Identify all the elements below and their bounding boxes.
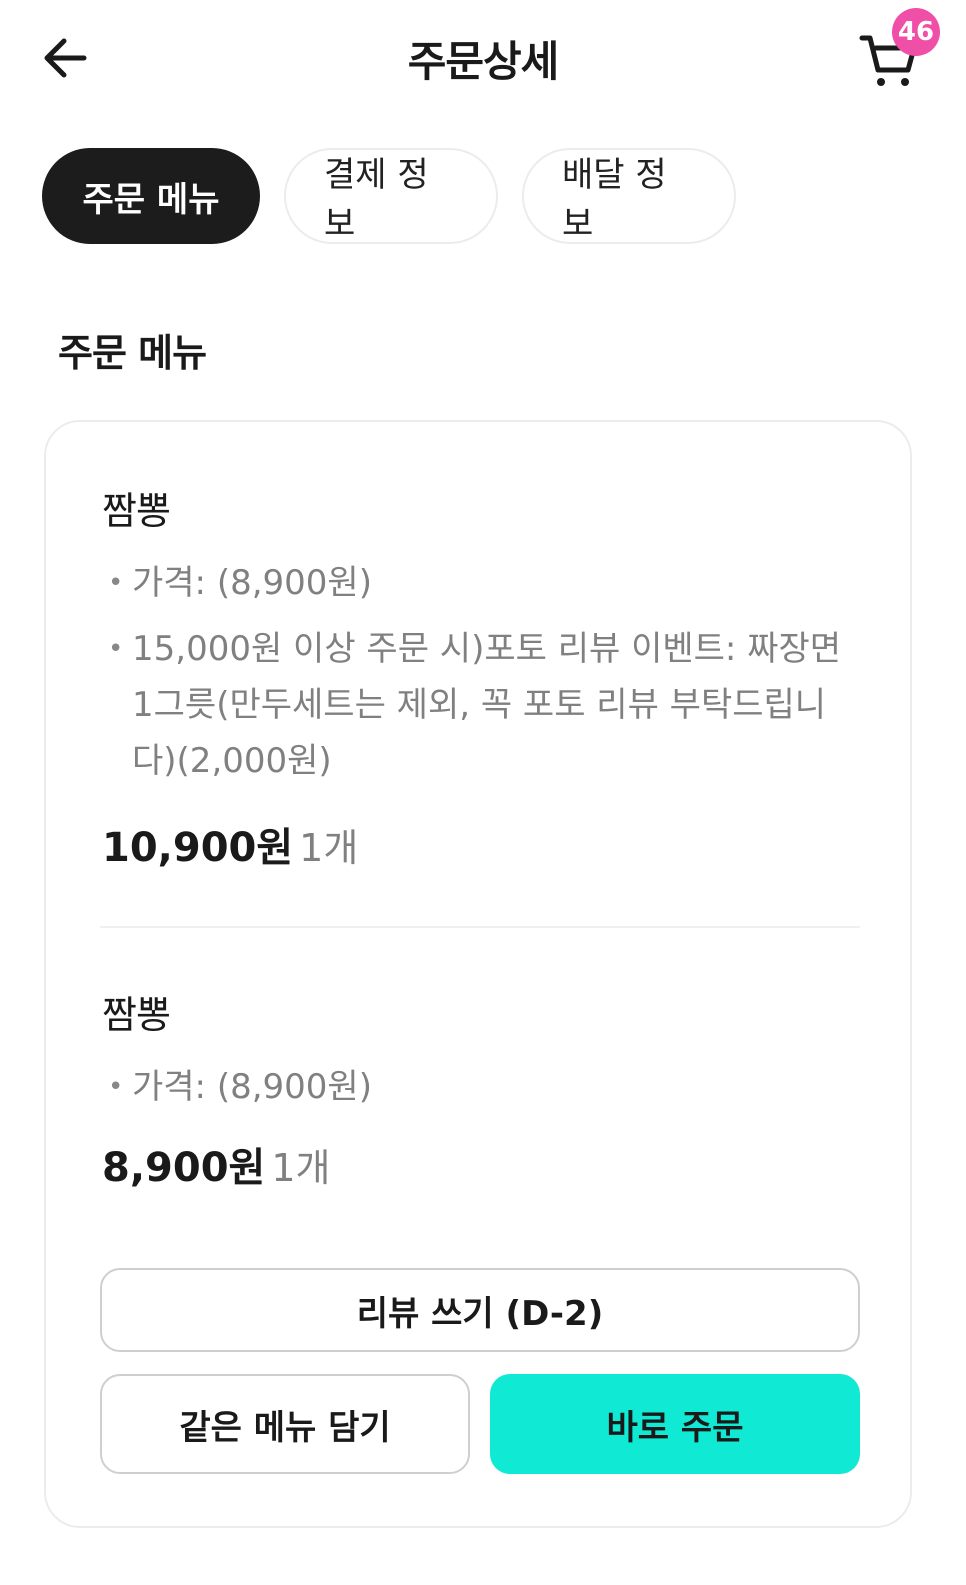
- item-name: 짬뽕: [102, 489, 171, 533]
- order-item: 짬뽕 가격: (8,900원) 8,900원1개: [102, 984, 862, 1193]
- item-price: 8,900원: [102, 1145, 266, 1191]
- item-price: 10,900원: [102, 825, 294, 871]
- item-option: 가격: (8,900원): [102, 555, 862, 611]
- write-review-button[interactable]: 리뷰 쓰기 (D-2): [100, 1268, 860, 1352]
- tab-payment-info[interactable]: 결제 정보: [284, 148, 498, 244]
- order-item: 짬뽕 가격: (8,900원) 15,000원 이상 주문 시)포토 리뷰 이벤…: [102, 480, 862, 873]
- item-name: 짬뽕: [102, 993, 171, 1037]
- tab-delivery-info[interactable]: 배달 정보: [522, 148, 736, 244]
- page-title: 주문상세: [407, 37, 560, 86]
- item-option: 가격: (8,900원): [102, 1059, 862, 1115]
- item-quantity: 1개: [299, 826, 359, 870]
- app-header: 주문상세 46: [0, 0, 966, 120]
- divider: [100, 926, 860, 928]
- add-same-menu-button[interactable]: 같은 메뉴 담기: [100, 1374, 470, 1474]
- tab-order-menu[interactable]: 주문 메뉴: [42, 148, 260, 244]
- cart-count-badge: 46: [892, 8, 940, 56]
- item-option: 15,000원 이상 주문 시)포토 리뷰 이벤트: 짜장면1그릇(만두세트는 …: [102, 621, 862, 789]
- item-price-row: 8,900원 1개: [102, 1135, 862, 1193]
- tab-bar: 주문 메뉴 결제 정보 배달 정보: [42, 148, 736, 244]
- order-card: 짬뽕 가격: (8,900원) 15,000원 이상 주문 시)포토 리뷰 이벤…: [44, 420, 912, 1528]
- order-now-button[interactable]: 바로 주문: [490, 1374, 860, 1474]
- section-title: 주문 메뉴: [58, 331, 207, 375]
- item-quantity: 1개: [271, 1146, 331, 1190]
- item-price-row: 10,900원 1개: [102, 815, 862, 873]
